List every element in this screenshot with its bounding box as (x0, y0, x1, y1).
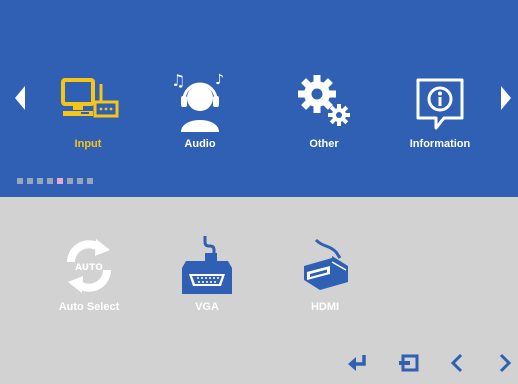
page-dot (37, 178, 43, 184)
submenu-item-label: Auto Select (58, 301, 120, 313)
monitor-input-icon (57, 68, 119, 132)
page-dot (47, 178, 53, 184)
menu-item-audio[interactable]: ♫ ♪ Audio (150, 68, 250, 154)
info-icon (412, 68, 468, 132)
page-dot (87, 178, 93, 184)
auto-select-icon: AUTO (58, 236, 120, 296)
submenu-item-label: HDMI (310, 301, 340, 313)
chevron-right-icon (499, 353, 512, 373)
previous-button[interactable] (446, 352, 468, 374)
menu-prev-arrow[interactable] (14, 86, 26, 110)
svg-text:♫: ♫ (171, 71, 185, 90)
page-dot (67, 178, 73, 184)
page-dot (77, 178, 83, 184)
chevron-right-icon (501, 86, 511, 110)
hdmi-connector-icon (292, 236, 358, 296)
headphones-person-icon: ♫ ♪ (167, 68, 233, 132)
menu-item-input[interactable]: Input (38, 68, 138, 154)
chevron-left-icon (15, 86, 25, 110)
submenu-item-hdmi[interactable]: HDMI (280, 236, 370, 318)
menu-item-label: Input (74, 138, 102, 150)
page-dot-active (57, 178, 63, 184)
auto-badge: AUTO (75, 263, 103, 273)
vga-connector-icon (176, 236, 238, 296)
submenu-item-vga[interactable]: VGA (162, 236, 252, 318)
exit-button[interactable] (398, 352, 420, 374)
menu-item-label: Information (409, 138, 471, 150)
enter-button[interactable] (348, 352, 370, 374)
submenu-item-auto-select[interactable]: AUTO Auto Select (44, 236, 134, 318)
menu-item-other[interactable]: Other (274, 68, 374, 154)
next-button[interactable] (494, 352, 516, 374)
svg-text:♪: ♪ (215, 72, 224, 88)
exit-icon (399, 354, 419, 372)
submenu-item-label: VGA (195, 301, 219, 313)
menu-item-label: Audio (184, 138, 216, 150)
page-dot (27, 178, 33, 184)
gears-icon (293, 68, 355, 132)
menu-item-label: Other (309, 138, 339, 150)
menu-item-information[interactable]: Information (390, 68, 490, 154)
chevron-left-icon (450, 353, 463, 373)
enter-icon (348, 355, 366, 371)
page-indicator (17, 178, 93, 184)
menu-next-arrow[interactable] (500, 86, 512, 110)
page-dot (17, 178, 23, 184)
